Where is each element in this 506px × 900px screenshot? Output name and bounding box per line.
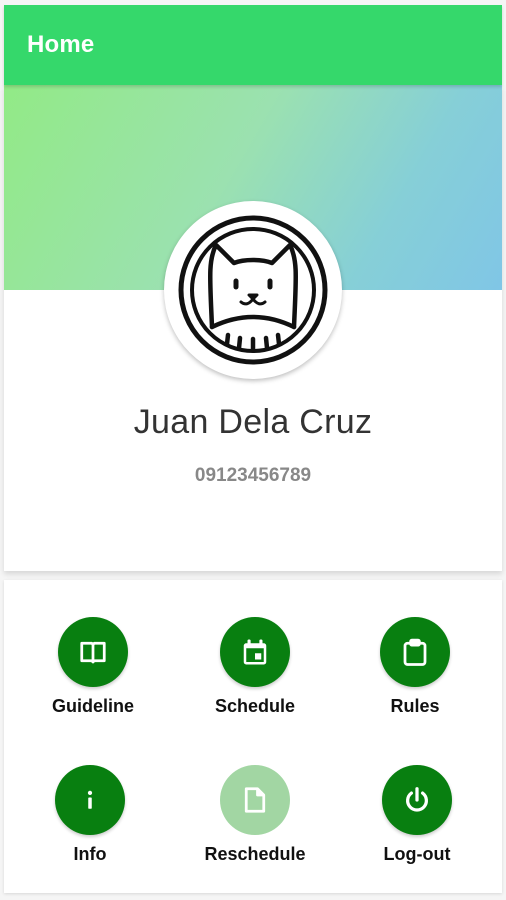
cat-avatar-icon [178, 215, 328, 365]
reschedule-label: Reschedule [204, 844, 306, 864]
power-icon [406, 787, 428, 812]
info-label: Info [73, 844, 107, 864]
avatar[interactable] [164, 201, 342, 379]
logout-label: Log-out [383, 844, 451, 864]
schedule-circle[interactable] [220, 617, 290, 687]
reschedule-button[interactable]: Reschedule [185, 765, 325, 875]
reschedule-circle[interactable] [220, 765, 290, 835]
info-circle[interactable] [55, 765, 125, 835]
rules-label: Rules [390, 696, 440, 716]
home-screen: Home Juan Dela Cruz 09123456789 Guidelin… [0, 0, 506, 900]
logout-circle[interactable] [382, 765, 452, 835]
menu-grid: Guideline Schedule Rules Info Reschedule… [4, 580, 502, 893]
app-bar: Home [4, 5, 502, 85]
info-button[interactable]: Info [20, 765, 160, 875]
profile-card: Juan Dela Cruz 09123456789 [4, 85, 502, 571]
rules-button[interactable]: Rules [345, 617, 485, 727]
calendar-icon [243, 639, 267, 665]
schedule-button[interactable]: Schedule [185, 617, 325, 727]
profile-name: Juan Dela Cruz [133, 403, 373, 441]
rules-circle[interactable] [380, 617, 450, 687]
clipboard-icon [403, 638, 427, 666]
logout-button[interactable]: Log-out [347, 765, 487, 875]
book-icon [80, 641, 106, 664]
guideline-circle[interactable] [58, 617, 128, 687]
profile-phone: 09123456789 [194, 465, 312, 486]
guideline-button[interactable]: Guideline [23, 617, 163, 727]
info-icon [87, 790, 93, 809]
page-title: Home [27, 31, 95, 58]
document-icon [244, 787, 266, 813]
schedule-label: Schedule [214, 696, 296, 716]
guideline-label: Guideline [51, 696, 134, 716]
